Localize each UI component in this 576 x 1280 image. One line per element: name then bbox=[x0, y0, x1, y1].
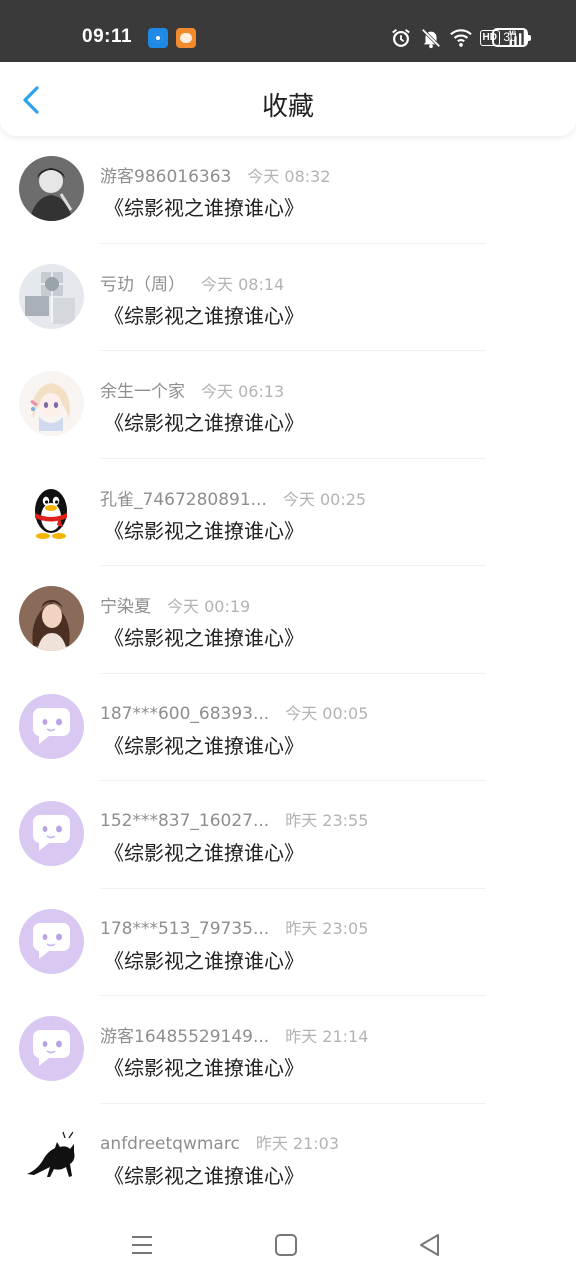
timestamp: 今天 08:32 bbox=[247, 167, 331, 186]
book-title[interactable]: 《综影视之谁撩谁心》 bbox=[104, 730, 304, 759]
book-title[interactable]: 《综影视之谁撩谁心》 bbox=[104, 192, 304, 221]
item-header: 孔雀_7467280891... 今天 00:25 bbox=[100, 485, 366, 510]
favorite-item[interactable]: 187***600_68393... 今天 00:05 《综影视之谁撩谁心》 bbox=[0, 674, 576, 781]
menu-icon[interactable] bbox=[129, 1232, 155, 1258]
username[interactable]: 亏玏（周） bbox=[100, 270, 185, 295]
book-title[interactable]: 《综影视之谁撩谁心》 bbox=[104, 622, 304, 651]
favorite-item[interactable]: 152***837_16027... 昨天 23:55 《综影视之谁撩谁心》 bbox=[0, 781, 576, 889]
header-bar: 收藏 bbox=[0, 62, 576, 136]
item-header: 亏玏（周） 今天 08:14 bbox=[100, 270, 284, 295]
username[interactable]: 游客986016363 bbox=[100, 162, 231, 187]
item-header: 余生一个家 今天 06:13 bbox=[100, 377, 284, 402]
timestamp: 今天 00:25 bbox=[282, 489, 367, 509]
page-title: 收藏 bbox=[261, 92, 314, 122]
username[interactable]: 游客16485529149... bbox=[100, 1022, 269, 1047]
penguin-avatar[interactable] bbox=[19, 478, 84, 544]
item-header: 178***513_79735... 昨天 23:05 bbox=[100, 915, 368, 939]
default-chat-avatar[interactable] bbox=[19, 801, 84, 866]
timestamp: 昨天 21:14 bbox=[285, 1027, 369, 1046]
book-title[interactable]: 《综影视之谁撩谁心》 bbox=[104, 837, 304, 866]
status-time: 09:11 bbox=[82, 26, 133, 47]
timestamp: 今天 00:05 bbox=[285, 703, 369, 723]
timestamp: 昨天 23:05 bbox=[285, 918, 369, 938]
default-chat-avatar[interactable] bbox=[19, 1016, 84, 1081]
item-header: 游客16485529149... 昨天 21:14 bbox=[100, 1022, 368, 1047]
item-header: 152***837_16027... 昨天 23:55 bbox=[100, 807, 368, 831]
photo-avatar-bw[interactable] bbox=[19, 156, 84, 221]
username[interactable]: anfdreetqwmarc bbox=[100, 1134, 240, 1154]
favorite-item[interactable]: 孔雀_7467280891... 今天 00:25 《综影视之谁撩谁心》 bbox=[0, 459, 576, 566]
wifi-icon bbox=[449, 29, 472, 47]
username[interactable]: 178***513_79735... bbox=[100, 919, 269, 939]
photo-avatar-portrait[interactable] bbox=[19, 586, 84, 651]
item-header: 187***600_68393... 今天 00:05 bbox=[100, 700, 368, 724]
book-title[interactable]: 《综影视之谁撩谁心》 bbox=[104, 1160, 304, 1189]
app-blue-icon bbox=[148, 28, 168, 48]
system-navigation-bar bbox=[0, 1208, 576, 1280]
timestamp: 昨天 21:03 bbox=[255, 1133, 340, 1153]
item-header: 游客986016363 今天 08:32 bbox=[100, 162, 331, 187]
username[interactable]: 187***600_68393... bbox=[100, 704, 269, 724]
app-orange-icon bbox=[176, 28, 196, 48]
item-header: anfdreetqwmarc 昨天 21:03 bbox=[100, 1130, 339, 1154]
username[interactable]: 孔雀_7467280891... bbox=[100, 485, 267, 510]
favorite-item[interactable]: 游客16485529149... 昨天 21:14 《综影视之谁撩谁心》 bbox=[0, 996, 576, 1104]
book-title[interactable]: 《综影视之谁撩谁心》 bbox=[104, 1052, 304, 1081]
username[interactable]: 152***837_16027... bbox=[100, 811, 269, 831]
status-bar: 09:11 HD 4G 30 bbox=[0, 0, 576, 62]
favorite-item[interactable]: 游客986016363 今天 08:32 《综影视之谁撩谁心》 bbox=[0, 136, 576, 244]
book-title[interactable]: 《综影视之谁撩谁心》 bbox=[104, 515, 304, 544]
back-triangle-icon[interactable] bbox=[417, 1232, 443, 1258]
favorite-item[interactable]: 178***513_79735... 昨天 23:05 《综影视之谁撩谁心》 bbox=[0, 889, 576, 996]
anime-girl-avatar[interactable] bbox=[19, 371, 84, 436]
book-title[interactable]: 《综影视之谁撩谁心》 bbox=[104, 300, 304, 329]
timestamp: 今天 08:14 bbox=[201, 274, 285, 294]
username[interactable]: 宁染夏 bbox=[100, 592, 151, 617]
bell-muted-icon bbox=[421, 28, 440, 49]
home-square-icon[interactable] bbox=[273, 1232, 299, 1258]
favorite-item[interactable]: anfdreetqwmarc 昨天 21:03 《综影视之谁撩谁心》 bbox=[0, 1104, 576, 1212]
default-chat-avatar[interactable] bbox=[19, 908, 84, 974]
timestamp: 今天 00:19 bbox=[167, 597, 251, 616]
username[interactable]: 余生一个家 bbox=[100, 377, 185, 402]
default-chat-avatar[interactable] bbox=[19, 693, 84, 759]
book-title[interactable]: 《综影视之谁撩谁心》 bbox=[104, 407, 304, 436]
alarm-icon bbox=[391, 28, 410, 47]
book-title[interactable]: 《综影视之谁撩谁心》 bbox=[104, 945, 304, 974]
favorite-item[interactable]: 宁染夏 今天 00:19 《综影视之谁撩谁心》 bbox=[0, 566, 576, 674]
cat-silhouette-avatar[interactable] bbox=[19, 1123, 84, 1189]
favorite-item[interactable]: 亏玏（周） 今天 08:14 《综影视之谁撩谁心》 bbox=[0, 244, 576, 351]
timestamp: 今天 06:13 bbox=[201, 382, 285, 401]
timestamp: 昨天 23:55 bbox=[285, 811, 369, 830]
favorites-list: 游客986016363 今天 08:32 《综影视之谁撩谁心》 亏玏（周） 今天 08:… bbox=[0, 136, 576, 1211]
favorite-item[interactable]: 余生一个家 今天 06:13 《综影视之谁撩谁心》 bbox=[0, 351, 576, 459]
item-header: 宁染夏 今天 00:19 bbox=[100, 592, 250, 617]
battery-icon: 30 bbox=[492, 28, 531, 47]
photo-avatar-grid[interactable] bbox=[19, 263, 84, 329]
